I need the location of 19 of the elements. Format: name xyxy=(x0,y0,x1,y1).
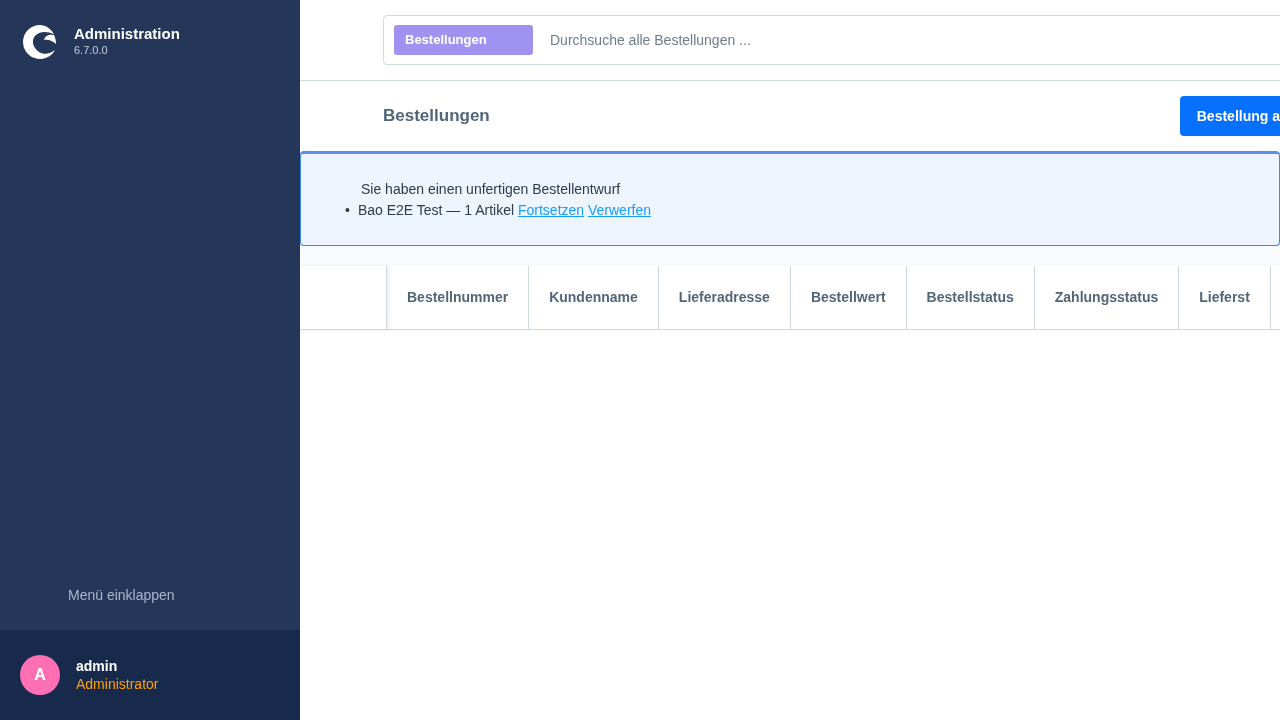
column-header[interactable]: Bestellstatus xyxy=(906,266,1035,329)
collapse-menu-link[interactable]: Menü einklappen xyxy=(68,587,175,603)
column-header[interactable]: Zahlungsstatus xyxy=(1034,266,1180,329)
bullet: • xyxy=(345,202,350,218)
draft-heading: Sie haben einen unfertigen Bestellentwurf xyxy=(361,180,622,199)
version-label: 6.7.0.0 xyxy=(74,43,109,58)
column-header[interactable]: Bestellnummer xyxy=(387,266,530,329)
column-header[interactable]: Lieferadresse xyxy=(658,266,791,329)
add-order-button[interactable]: Bestellung a xyxy=(1179,96,1280,136)
page-title: Bestellungen xyxy=(383,105,490,128)
user-name: admin xyxy=(76,656,119,675)
column-header[interactable]: Lieferst xyxy=(1179,266,1271,329)
module-tag: Bestellungen xyxy=(394,25,533,55)
logo-icon xyxy=(22,24,58,60)
user-role: Administrator xyxy=(76,675,159,694)
app-title: Administration xyxy=(74,25,180,42)
draft-item-text: Bao E2E Test — 1 Artikel xyxy=(357,202,515,218)
column-header[interactable]: Bestellwert xyxy=(790,266,907,329)
column-header[interactable]: Kundenname xyxy=(529,266,659,329)
